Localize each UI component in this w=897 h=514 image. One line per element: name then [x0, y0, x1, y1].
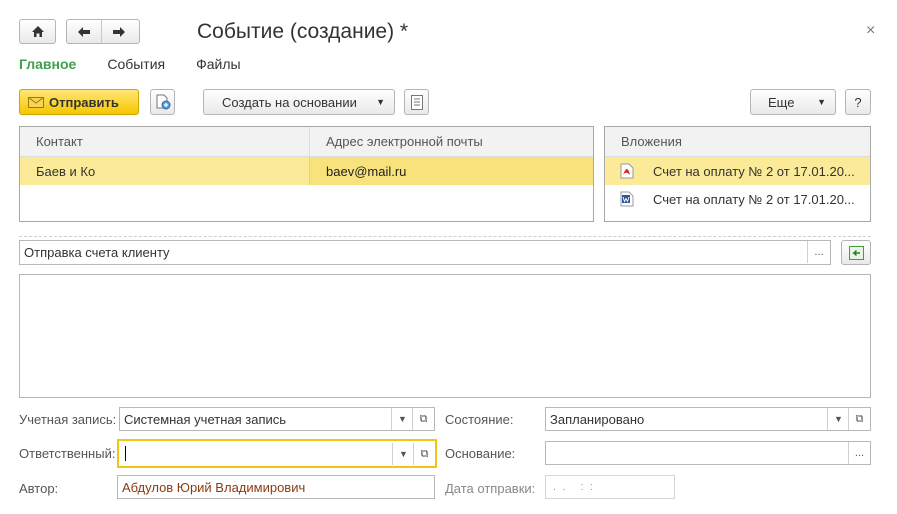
attach-file-button[interactable] [150, 89, 175, 115]
print-button[interactable] [404, 89, 429, 115]
column-header-contact[interactable]: Контакт [20, 127, 310, 156]
history-nav [66, 19, 140, 44]
state-field[interactable]: Запланировано ▼ ⧉ [545, 407, 871, 431]
responsible-field[interactable]: ▼ ⧉ [117, 439, 437, 468]
send-date-label: Дата отправки: [445, 481, 536, 496]
more-actions-button[interactable]: Еще ▼ [750, 89, 836, 115]
tab-events[interactable]: События [107, 56, 165, 72]
state-label: Состояние: [445, 412, 514, 427]
basis-label: Основание: [445, 446, 516, 461]
table-row[interactable]: Баев и Ко baev@mail.ru [20, 157, 593, 185]
subject-template-button[interactable] [841, 240, 871, 265]
open-icon[interactable]: ⧉ [412, 408, 434, 430]
account-value: Системная учетная запись [124, 411, 287, 427]
help-button[interactable]: ? [845, 89, 871, 115]
contacts-table[interactable]: Контакт Адрес электронной почты Баев и К… [19, 126, 594, 222]
divider [19, 236, 871, 237]
back-button[interactable] [67, 20, 101, 43]
open-icon[interactable]: ⧉ [848, 408, 870, 430]
account-field[interactable]: Системная учетная запись ▼ ⧉ [119, 407, 435, 431]
home-icon [31, 26, 44, 37]
envelope-icon [28, 96, 44, 108]
chevron-down-icon[interactable]: ▼ [391, 408, 413, 430]
create-based-on-label: Создать на основании [222, 94, 357, 110]
open-icon[interactable]: ⧉ [413, 443, 435, 465]
pdf-file-icon [620, 163, 634, 179]
word-file-icon [620, 191, 634, 207]
insert-template-icon [848, 245, 864, 260]
send-date-value: . . : : [550, 481, 593, 493]
attachments-list[interactable]: Вложения Счет на оплату № 2 от 17.01.20.… [604, 126, 871, 222]
cell-email: baev@mail.ru [310, 157, 593, 185]
chevron-down-icon[interactable]: ▼ [827, 408, 849, 430]
attachment-name: Счет на оплату № 2 от 17.01.20... [653, 163, 855, 179]
arrow-left-icon [78, 26, 90, 37]
close-icon[interactable]: × [866, 22, 875, 40]
attachment-name: Счет на оплату № 2 от 17.01.20... [653, 191, 855, 207]
tab-files[interactable]: Файлы [196, 56, 240, 72]
subject-value: Отправка счета клиенту [24, 245, 170, 260]
subject-input[interactable]: Отправка счета клиенту ... [19, 240, 831, 265]
more-actions-label: Еще [768, 94, 795, 110]
help-label: ? [854, 94, 862, 110]
send-button-label: Отправить [49, 94, 119, 110]
attachments-header: Вложения [605, 127, 870, 157]
basis-field[interactable]: ... [545, 441, 871, 465]
message-body-textarea[interactable] [19, 274, 871, 398]
forward-button[interactable] [101, 20, 135, 43]
cell-contact: Баев и Ко [20, 157, 310, 185]
account-label: Учетная запись: [19, 412, 117, 427]
author-value: Абдулов Юрий Владимирович [122, 479, 306, 495]
arrow-right-icon [112, 26, 125, 37]
send-button[interactable]: Отправить [19, 89, 139, 115]
create-based-on-button[interactable]: Создать на основании ▼ [203, 89, 395, 115]
list-item[interactable]: Счет на оплату № 2 от 17.01.20... [605, 157, 870, 185]
basis-select-button[interactable]: ... [848, 442, 870, 464]
tab-bar: Главное События Файлы [19, 56, 272, 72]
responsible-label: Ответственный: [19, 446, 116, 461]
chevron-down-icon: ▼ [376, 97, 385, 107]
author-field[interactable]: Абдулов Юрий Владимирович [117, 475, 435, 499]
tab-main[interactable]: Главное [19, 56, 76, 72]
page-title: Событие (создание) * [197, 20, 409, 43]
author-label: Автор: [19, 481, 59, 496]
column-header-email[interactable]: Адрес электронной почты [310, 134, 483, 149]
home-button[interactable] [19, 19, 56, 44]
send-date-field[interactable]: . . : : [545, 475, 675, 499]
list-item[interactable]: Счет на оплату № 2 от 17.01.20... [605, 185, 870, 213]
chevron-down-icon: ▼ [817, 97, 826, 107]
chevron-down-icon[interactable]: ▼ [392, 443, 414, 465]
attach-document-icon [156, 94, 170, 110]
text-cursor [125, 446, 126, 461]
document-icon [410, 94, 423, 110]
subject-select-button[interactable]: ... [807, 241, 830, 263]
table-header: Контакт Адрес электронной почты [20, 127, 593, 157]
state-value: Запланировано [550, 411, 645, 427]
